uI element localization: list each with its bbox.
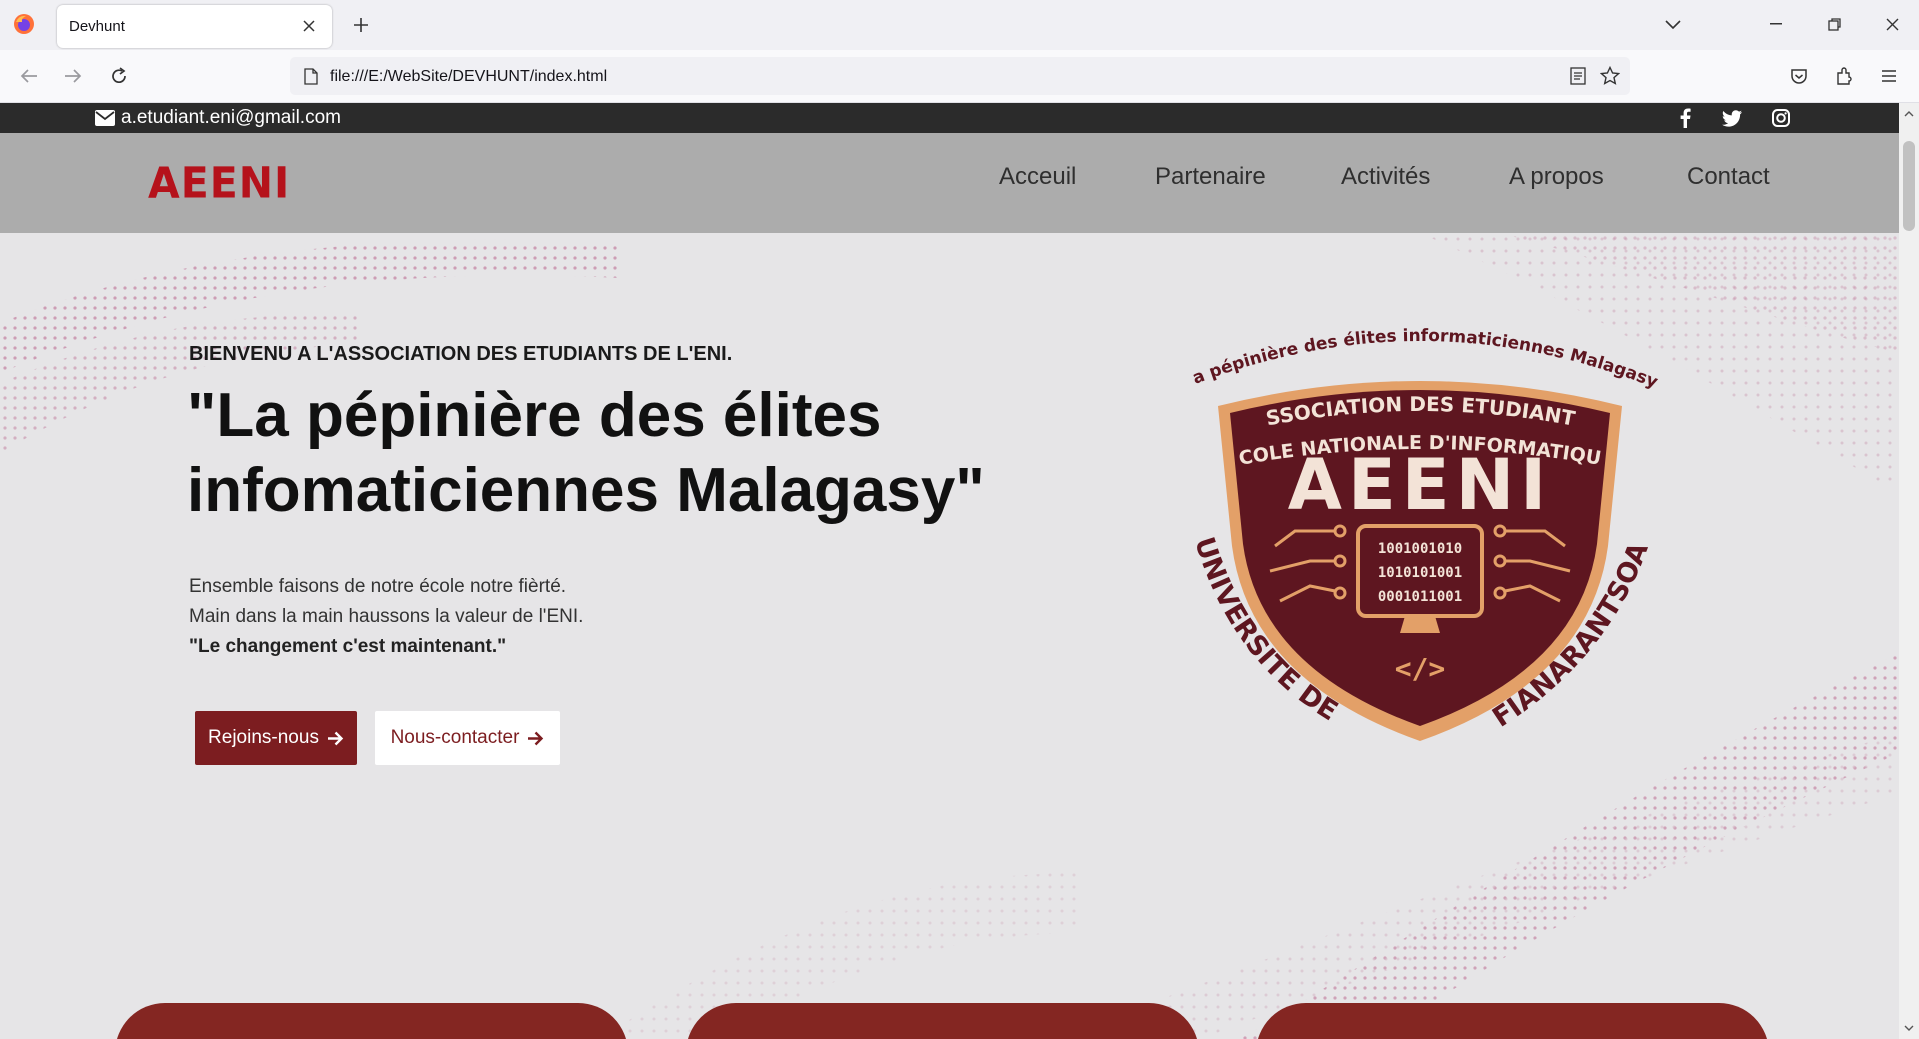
close-tab-icon[interactable]	[296, 13, 322, 39]
url-bar[interactable]: file:///E:/WebSite/DEVHUNT/index.html	[290, 57, 1630, 95]
hero-title-line-2: infomaticiennes Malagasy"	[187, 456, 985, 525]
hero-title-line-1: "La pépinière des élites	[187, 381, 882, 450]
join-button[interactable]: Rejoins-nous	[195, 711, 357, 765]
close-window-icon[interactable]	[1872, 8, 1912, 40]
url-text: file:///E:/WebSite/DEVHUNT/index.html	[330, 68, 608, 85]
hero-paragraph-2: Main dans la main haussons la valeur de …	[189, 606, 584, 627]
twitter-icon[interactable]	[1720, 107, 1744, 129]
new-tab-plus-icon[interactable]	[346, 10, 376, 40]
arrow-right-icon	[528, 731, 544, 745]
browser-tab-bar: Devhunt	[0, 0, 1919, 50]
emblem-arc-text: “La pépinière des élites informaticienne…	[1160, 301, 1661, 393]
scrollbar-thumb[interactable]	[1903, 141, 1915, 231]
hero-title: "La pépinière des élites infomaticiennes…	[187, 378, 1087, 528]
binary-row-2: 1010101001	[1378, 565, 1462, 581]
hero-section: BIENVENU A L'ASSOCIATION DES ETUDIANTS D…	[0, 233, 1899, 1039]
extensions-icon[interactable]	[1828, 60, 1860, 92]
binary-row-1: 1001001010	[1378, 541, 1462, 557]
aeeni-emblem-logo: “La pépinière des élites informaticienne…	[1160, 301, 1661, 741]
feature-card-3	[1256, 1003, 1769, 1039]
instagram-icon[interactable]	[1769, 107, 1793, 129]
minimize-icon[interactable]	[1756, 8, 1796, 40]
envelope-icon	[95, 110, 115, 126]
contact-top-bar: a.etudiant.eni@gmail.com	[0, 103, 1899, 133]
active-tab[interactable]: Devhunt	[57, 5, 332, 48]
bookmark-star-icon[interactable]	[1598, 64, 1622, 88]
nav-a-propos[interactable]: A propos	[1509, 163, 1604, 191]
email-contact[interactable]: a.etudiant.eni@gmail.com	[95, 107, 341, 129]
nav-activites[interactable]: Activités	[1341, 163, 1430, 191]
hero-paragraph-1: Ensemble faisons de notre école notre fi…	[189, 576, 567, 597]
email-text: a.etudiant.eni@gmail.com	[121, 107, 341, 128]
firefox-logo-icon	[13, 13, 35, 35]
pocket-icon[interactable]	[1783, 60, 1815, 92]
hero-slogan: "Le changement c'est maintenant."	[189, 636, 507, 657]
feature-card-1	[115, 1003, 628, 1039]
back-arrow-icon[interactable]	[13, 60, 45, 92]
tab-title: Devhunt	[69, 18, 125, 35]
forward-arrow-icon[interactable]	[57, 60, 89, 92]
page-scrollbar[interactable]	[1899, 103, 1919, 1039]
site-logo[interactable]: AEENI	[148, 158, 290, 208]
browser-nav-bar: file:///E:/WebSite/DEVHUNT/index.html	[0, 50, 1919, 103]
page-viewport: a.etudiant.eni@gmail.com AEENI Acceuil P…	[0, 103, 1899, 1039]
hamburger-menu-icon[interactable]	[1873, 60, 1905, 92]
reload-icon[interactable]	[103, 60, 135, 92]
contact-us-button[interactable]: Nous-contacter	[375, 711, 560, 765]
restore-icon[interactable]	[1814, 8, 1854, 40]
scroll-up-arrow-icon[interactable]	[1903, 107, 1915, 121]
nav-partenaire[interactable]: Partenaire	[1155, 163, 1266, 191]
emblem-aeeni-text: AEENI	[1288, 444, 1552, 526]
reader-view-icon[interactable]	[1566, 64, 1590, 88]
facebook-icon[interactable]	[1673, 107, 1697, 129]
contact-us-button-label: Nous-contacter	[390, 727, 520, 748]
join-button-label: Rejoins-nous	[208, 727, 319, 748]
scroll-down-arrow-icon[interactable]	[1903, 1021, 1915, 1035]
hero-kicker: BIENVENU A L'ASSOCIATION DES ETUDIANTS D…	[189, 343, 733, 365]
binary-row-3: 0001011001	[1378, 589, 1462, 605]
nav-acceuil[interactable]: Acceuil	[999, 163, 1076, 191]
feature-card-2	[686, 1003, 1199, 1039]
nav-contact[interactable]: Contact	[1687, 163, 1770, 191]
page-icon	[300, 65, 322, 87]
code-tag-icon: </>	[1395, 652, 1446, 685]
chevron-down-icon[interactable]	[1658, 10, 1688, 40]
site-header: AEENI Acceuil Partenaire Activités A pro…	[0, 133, 1899, 233]
arrow-right-icon	[327, 731, 344, 745]
